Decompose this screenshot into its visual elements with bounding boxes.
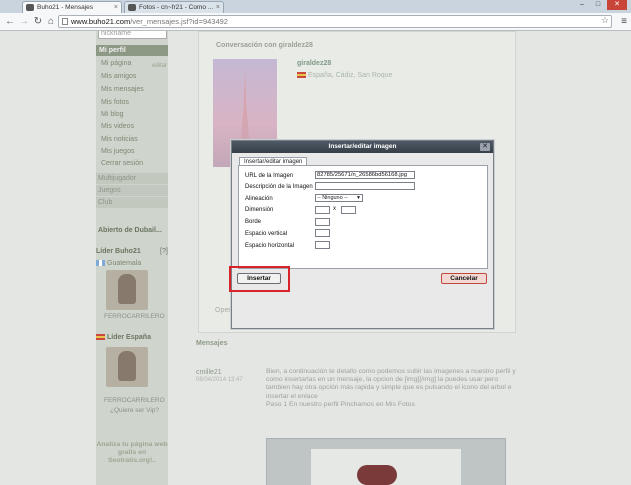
messages-header: Mensajes: [196, 340, 228, 347]
tab-buho21-mensajes[interactable]: Buho21 - Mensajes ×: [22, 1, 122, 13]
border-input[interactable]: [315, 218, 330, 226]
dimension-label: Dimensión: [245, 207, 274, 213]
url-path: /ver_mensajes.jsf?id=943492: [130, 17, 228, 26]
dropdown-arrow-icon: ▼: [356, 195, 361, 201]
back-arrow-icon[interactable]: ←: [4, 15, 16, 28]
sidebar-item-mi-blog[interactable]: Mi blog: [101, 111, 124, 118]
image-description-input[interactable]: [315, 182, 415, 190]
height-input[interactable]: [341, 206, 356, 214]
search-input[interactable]: nickname: [98, 31, 167, 39]
owl-favicon-icon: [26, 4, 34, 11]
sidebar-item-mis-fotos[interactable]: Mis fotos: [101, 99, 129, 106]
insert-image-dialog: Insertar/editar imagen ✕ Insertar/editar…: [231, 140, 494, 329]
tab-title: Buho21 - Mensajes: [37, 4, 94, 11]
vspace-label: Espacio vertical: [245, 231, 288, 237]
address-bar[interactable]: www.buho21.com/ver_mensajes.jsf?id=94349…: [58, 15, 612, 28]
abierto-link[interactable]: Abierto de Dubail...: [98, 227, 162, 234]
conversation-title: Conversación con giraldez28: [216, 42, 313, 49]
alignment-label: Alineación: [245, 196, 273, 202]
url-domain: www.buho21.com: [71, 17, 131, 26]
dialog-title: Insertar/editar imagen: [232, 141, 493, 153]
vip-link[interactable]: ¿Quiere ser Vip?: [110, 407, 159, 414]
tab-close-icon[interactable]: ×: [114, 2, 118, 13]
seotratis-promo[interactable]: Analiza tu página web gratis en Seotrati…: [96, 441, 168, 465]
close-window-button[interactable]: ✕: [607, 0, 627, 10]
sidebar-item-cerrar-sesion[interactable]: Cerrar sesión: [101, 160, 143, 167]
tab-title: Fotos - cn~fr21 - Como ...: [139, 4, 214, 11]
leader-help-link[interactable]: [?]: [160, 248, 168, 255]
home-icon[interactable]: ⌂: [45, 15, 57, 28]
message-author[interactable]: cmille21: [196, 369, 222, 376]
bookmark-star-icon[interactable]: ☆: [601, 15, 609, 26]
leader-buho-avatar[interactable]: [106, 270, 148, 310]
spain-flag-icon: [297, 72, 306, 79]
tab-close-icon[interactable]: ×: [216, 2, 220, 13]
sidebar-profile-header: Mi perfil: [96, 45, 168, 56]
leader-es-name[interactable]: FERROCARRILERO: [104, 397, 165, 404]
guatemala-flag-icon: [96, 260, 105, 267]
country-label: Guatemala: [107, 260, 142, 267]
message-date: 08/04/2014 13:47: [196, 377, 243, 383]
insert-button-highlight: [229, 266, 290, 292]
forward-arrow-icon[interactable]: →: [18, 15, 30, 28]
page-icon: [62, 18, 68, 25]
hspace-label: Espacio horizontal: [245, 243, 295, 249]
owl-favicon-icon: [128, 4, 136, 11]
reload-icon[interactable]: ↻: [32, 15, 44, 28]
sidebar-group-juegos[interactable]: Juegos: [96, 185, 168, 196]
dimension-separator: x: [333, 206, 336, 212]
sidebar-item-mi-pagina[interactable]: Mi página: [101, 60, 131, 67]
edit-profile-link[interactable]: editar: [152, 63, 167, 69]
sidebar-item-mis-noticias[interactable]: Mis noticias: [101, 136, 138, 143]
width-input[interactable]: [315, 206, 330, 214]
alignment-select[interactable]: -- Ninguno -- ▼: [315, 194, 363, 202]
url-label: URL de la Imagen: [245, 173, 294, 179]
sidebar-group-club[interactable]: Club: [96, 197, 168, 208]
leader-buho-title: Líder Buho21: [96, 248, 141, 255]
horizontal-space-input[interactable]: [315, 241, 330, 249]
avatar-figure: [118, 351, 136, 381]
menu-icon[interactable]: ≡: [621, 16, 627, 27]
motorcycle-image: [357, 465, 397, 485]
leader-buho-country: Guatemala: [96, 260, 141, 267]
conversation-location: España, Cádiz, San Roque: [297, 72, 392, 79]
leader-es-avatar[interactable]: [106, 347, 148, 387]
leader-es-title: Líder España: [96, 334, 151, 341]
avatar-figure: [118, 274, 136, 304]
leader-es-label: Líder España: [107, 334, 151, 341]
tab-fotos[interactable]: Fotos - cn~fr21 - Como ... ×: [124, 1, 224, 13]
dialog-close-icon[interactable]: ✕: [480, 143, 490, 151]
sidebar-group-multijugador[interactable]: Multijugador: [96, 173, 168, 184]
sidebar-item-mis-mensajes[interactable]: Mis mensajes: [101, 86, 144, 93]
sidebar-item-mis-videos[interactable]: Mis videos: [101, 123, 134, 130]
tab-strip: Buho21 - Mensajes × Fotos - cn~fr21 - Co…: [0, 0, 631, 13]
maximize-button[interactable]: □: [591, 0, 605, 10]
message-text: Bien, a continuación te detallo como pod…: [266, 368, 516, 400]
border-label: Borde: [245, 219, 262, 225]
message-step: Paso 1 En nuestro perfil Pinchamos en Mi…: [266, 400, 415, 408]
vertical-space-input[interactable]: [315, 229, 330, 237]
ops-label: Oper: [215, 307, 231, 314]
message-screenshot-image: [266, 438, 506, 485]
message-body: Bien, a continuación te detallo como pod…: [266, 368, 516, 409]
spain-flag-icon: [96, 334, 105, 341]
dialog-panel: URL de la Imagen 82785/25671/n_26586bd56…: [238, 165, 488, 269]
cancel-button[interactable]: Cancelar: [441, 273, 487, 284]
browser-toolbar: ← → ↻ ⌂ www.buho21.com/ver_mensajes.jsf?…: [0, 13, 631, 31]
leader-buho-name[interactable]: FERROCARRILERO: [104, 313, 165, 320]
location-text: España, Cádiz, San Roque: [308, 72, 393, 79]
alignment-value: -- Ninguno --: [317, 195, 348, 201]
minimize-button[interactable]: –: [575, 0, 589, 10]
image-url-input[interactable]: 82785/25671/n_26586bd56168.jpg: [315, 171, 415, 179]
conversation-user[interactable]: giraldez28: [297, 60, 331, 67]
window-controls: – □ ✕: [575, 0, 627, 10]
description-label: Descripción de la Imagen: [245, 184, 313, 190]
sidebar-item-mis-juegos[interactable]: Mis juegos: [101, 148, 134, 155]
sidebar-item-mis-amigos[interactable]: Mis amigos: [101, 73, 136, 80]
